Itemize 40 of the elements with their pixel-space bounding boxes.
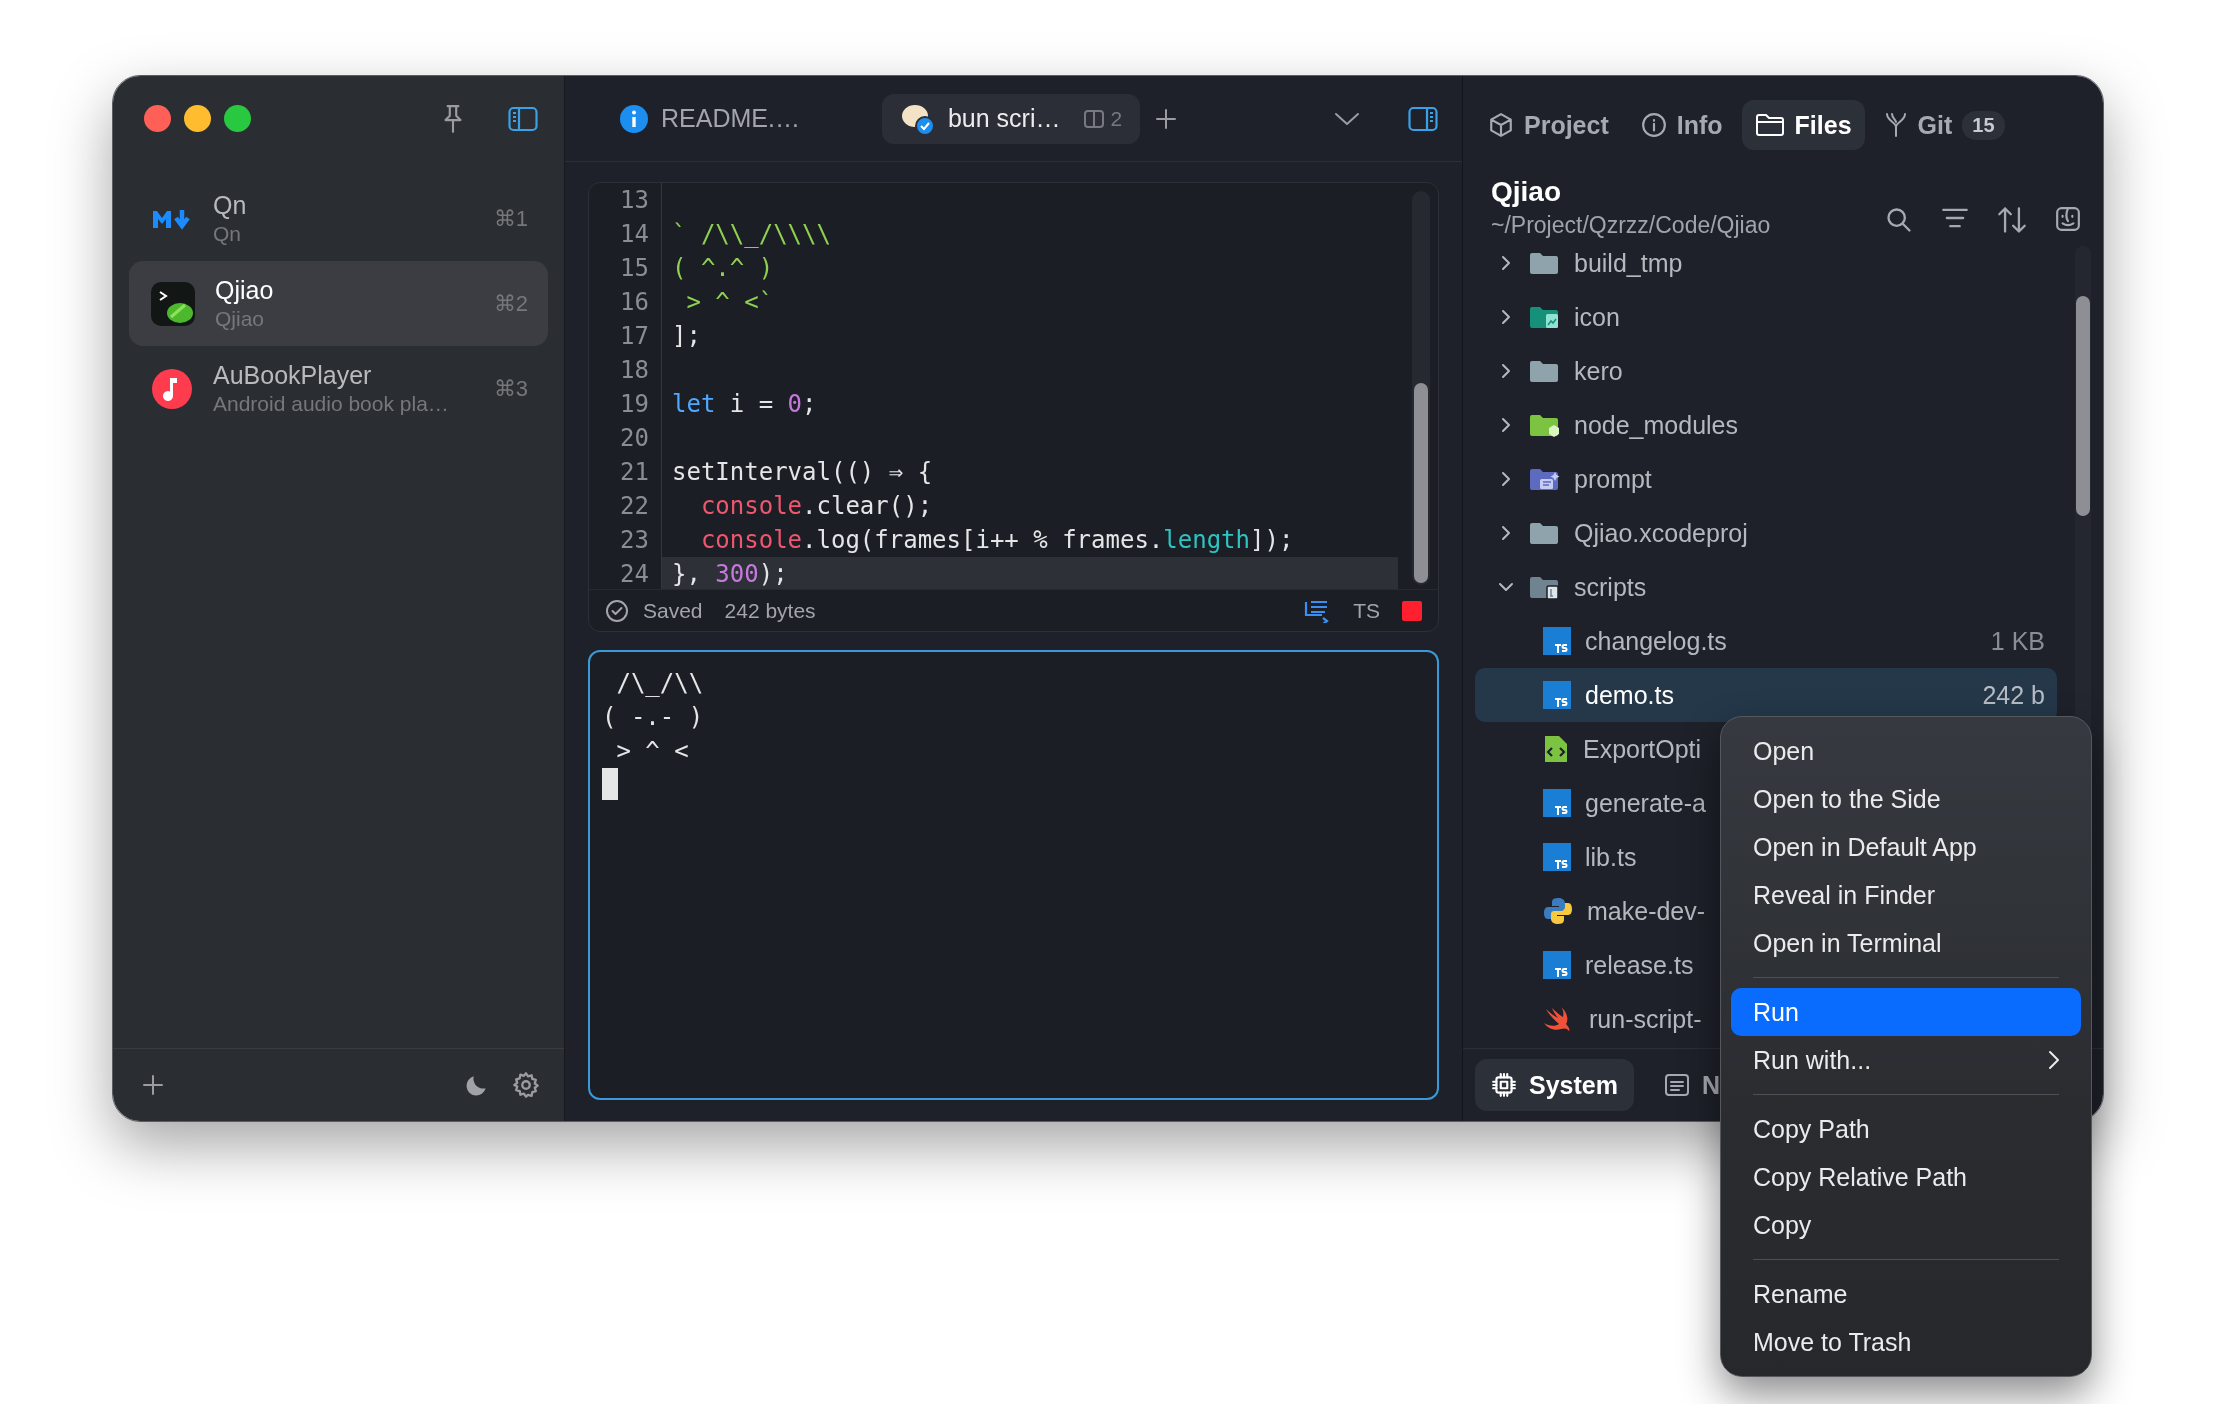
- code-line: console.log(frames[i++ % frames.length]);: [699, 525, 1295, 556]
- file-size: 242 bytes: [724, 598, 816, 623]
- file-size: 1 KB: [1990, 626, 2046, 656]
- terminal-line: /\_/\\: [615, 668, 705, 699]
- line-number: 17: [589, 319, 662, 353]
- count-badge: 15: [1962, 110, 2005, 140]
- shortcut-label: ⌘1: [493, 205, 528, 232]
- code-line: ` /\\_/\\\\: [671, 219, 832, 250]
- line-number: 22: [589, 489, 662, 523]
- code-line: ( ^.^ ): [671, 253, 775, 284]
- line-number: 19: [589, 387, 662, 421]
- line-number: 14: [589, 217, 662, 251]
- terminal-line: ( -.- ): [602, 702, 705, 733]
- line-number: 15: [589, 251, 662, 285]
- tab-count: 2: [1110, 106, 1123, 131]
- project-title: Qjiao: [215, 276, 275, 305]
- line-number: 18: [589, 353, 662, 387]
- code-line: console.clear();: [699, 491, 934, 522]
- project-title: Qn: [213, 191, 248, 220]
- project-path: ~/Project/Qzrzz/Code/Qjiao: [1491, 212, 1772, 239]
- line-number: 13: [589, 183, 662, 217]
- file-size: 242 b: [1982, 680, 2046, 710]
- terminal-line: > ^ <: [615, 736, 690, 767]
- shortcut-label: ⌘2: [493, 290, 528, 317]
- project-title: AuBookPlayer: [213, 361, 373, 390]
- code-line: let i = 0;: [671, 389, 818, 420]
- line-number: 16: [589, 285, 662, 319]
- project-subtitle: Qjiao: [215, 307, 266, 331]
- code-line: ];: [671, 321, 702, 352]
- code-line: setInterval(() ⇒ {: [671, 457, 934, 488]
- project-subtitle: Qn: [213, 222, 242, 246]
- project-title: Qjiao: [1491, 176, 1562, 208]
- code-line: > ^ <`: [685, 287, 775, 318]
- shortcut-label: ⌘3: [493, 375, 528, 402]
- language-label: TS: [1353, 598, 1380, 623]
- project-subtitle: Android audio book pla…: [213, 392, 450, 416]
- save-status: Saved: [643, 598, 703, 623]
- line-number: 20: [589, 421, 662, 455]
- line-number: 23: [589, 523, 662, 557]
- line-number: 21: [589, 455, 662, 489]
